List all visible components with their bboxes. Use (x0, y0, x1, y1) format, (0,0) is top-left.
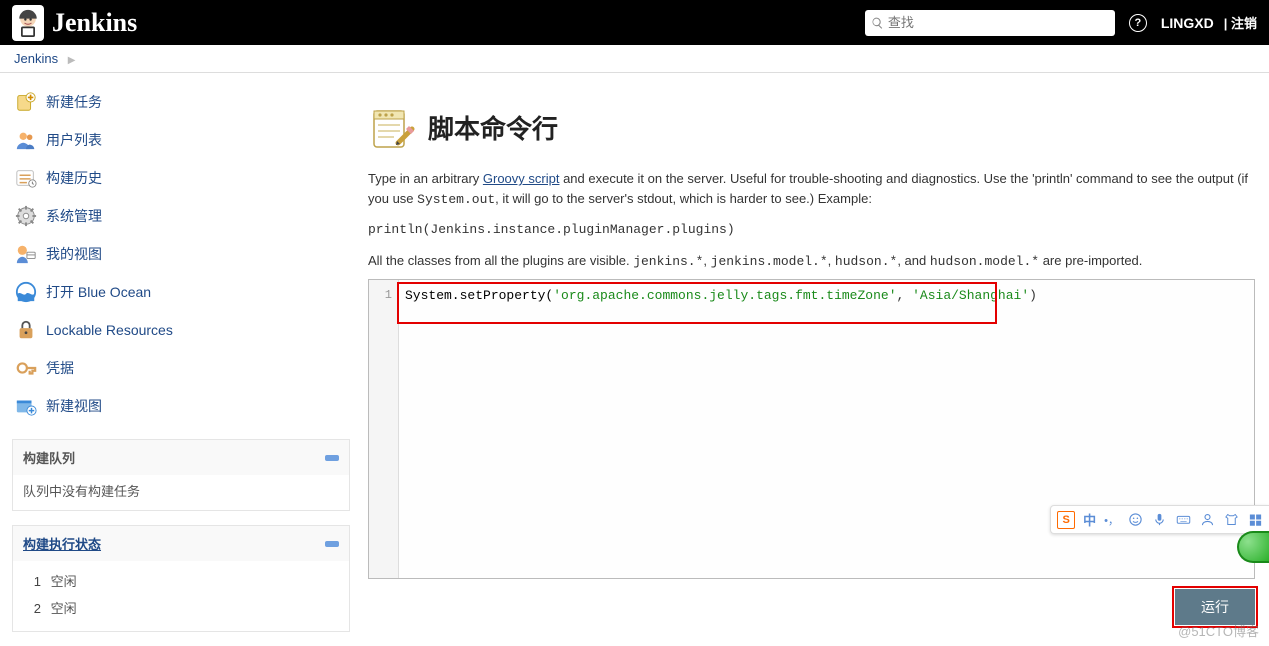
sidebar-item-label: 新建任务 (46, 92, 102, 112)
example-code: println(Jenkins.instance.pluginManager.p… (368, 222, 1255, 237)
executors-panel: 构建执行状态 1 空闲 2 空闲 (12, 525, 350, 632)
sidebar-item-label: 新建视图 (46, 396, 102, 416)
build-queue-title: 构建队列 (23, 448, 75, 467)
current-user-link[interactable]: LINGXD (1161, 15, 1214, 31)
system-out-code: System.out (417, 192, 495, 207)
credentials-icon (14, 356, 38, 380)
classes-note: All the classes from all the plugins are… (368, 253, 1255, 269)
ime-punctuation-indicator[interactable]: •， (1104, 512, 1119, 528)
executor-status: 空闲 (51, 574, 77, 589)
collapse-icon[interactable] (325, 455, 339, 461)
breadcrumb-separator-icon: ▶ (68, 55, 76, 66)
top-header: Jenkins ? LINGXD 注销 (0, 0, 1269, 45)
sidebar-item-label: 凭据 (46, 358, 74, 378)
user-icon[interactable] (1199, 512, 1215, 528)
sidebar-item-label: 用户列表 (46, 130, 102, 150)
executors-body: 1 空闲 2 空闲 (13, 561, 349, 631)
keyboard-icon[interactable] (1175, 512, 1191, 528)
run-button[interactable]: 运行 (1175, 589, 1255, 625)
search-icon (871, 16, 884, 30)
sidebar-item-build-history[interactable]: 构建历史 (8, 159, 354, 197)
help-icon[interactable]: ? (1129, 14, 1147, 32)
sidebar-item-people[interactable]: 用户列表 (8, 121, 354, 159)
ime-language-indicator[interactable]: 中 (1083, 510, 1096, 529)
sidebar-nav: 新建任务 用户列表 构建历史 系统管理 我的视图 打开 Blue Ocean (8, 83, 354, 425)
build-queue-body: 队列中没有构建任务 (13, 475, 349, 510)
build-queue-empty: 队列中没有构建任务 (23, 484, 140, 499)
executor-row: 2 空闲 (23, 594, 339, 621)
people-icon (14, 128, 38, 152)
sidebar-item-new-item[interactable]: 新建任务 (8, 83, 354, 121)
new-view-icon (14, 394, 38, 418)
sidebar-item-new-view[interactable]: 新建视图 (8, 387, 354, 425)
sidebar-item-label: 我的视图 (46, 244, 102, 264)
script-editor[interactable]: 1 System.setProperty('org.apache.commons… (368, 279, 1255, 579)
search-input[interactable] (888, 15, 1109, 30)
executors-title[interactable]: 构建执行状态 (23, 534, 101, 553)
sidebar: 新建任务 用户列表 构建历史 系统管理 我的视图 打开 Blue Ocean (0, 73, 362, 642)
jenkins-logo-icon (12, 5, 44, 41)
logout-link[interactable]: 注销 (1224, 13, 1257, 32)
sidebar-item-manage[interactable]: 系统管理 (8, 197, 354, 235)
build-queue-panel: 构建队列 队列中没有构建任务 (12, 439, 350, 511)
new-item-icon (14, 90, 38, 114)
search-box[interactable] (865, 10, 1115, 36)
my-views-icon (14, 242, 38, 266)
build-history-icon (14, 166, 38, 190)
main-content: 脚本命令行 Type in an arbitrary Groovy script… (362, 73, 1269, 642)
collapse-icon[interactable] (325, 541, 339, 547)
blueocean-icon (14, 280, 38, 304)
sidebar-item-blueocean[interactable]: 打开 Blue Ocean (8, 273, 354, 311)
skin-icon[interactable] (1223, 512, 1239, 528)
sidebar-item-credentials[interactable]: 凭据 (8, 349, 354, 387)
sidebar-item-lockable-resources[interactable]: Lockable Resources (8, 311, 354, 349)
executor-status: 空闲 (51, 601, 77, 616)
groovy-script-link[interactable]: Groovy script (483, 171, 560, 186)
ime-toolbar[interactable]: S 中 •， (1050, 505, 1269, 534)
editor-gutter: 1 (369, 280, 399, 578)
sidebar-item-my-views[interactable]: 我的视图 (8, 235, 354, 273)
executor-number: 1 (23, 574, 41, 589)
script-console-icon (368, 103, 416, 151)
page-title: 脚本命令行 (428, 109, 558, 146)
emoji-icon[interactable] (1127, 512, 1143, 528)
sidebar-item-label: 系统管理 (46, 206, 102, 226)
breadcrumb-root[interactable]: Jenkins (14, 51, 58, 66)
line-number: 1 (369, 288, 392, 302)
sidebar-item-label: 打开 Blue Ocean (46, 282, 151, 302)
sidebar-item-label: 构建历史 (46, 168, 102, 188)
microphone-icon[interactable] (1151, 512, 1167, 528)
brand-text: Jenkins (52, 8, 137, 38)
breadcrumb: Jenkins ▶ (0, 45, 1269, 73)
sidebar-item-label: Lockable Resources (46, 322, 173, 338)
gear-icon (14, 204, 38, 228)
description-text: Type in an arbitrary Groovy script and e… (368, 169, 1255, 210)
lock-icon (14, 318, 38, 342)
toolbox-icon[interactable] (1247, 512, 1263, 528)
brand-area[interactable]: Jenkins (12, 5, 137, 41)
sogou-ime-icon[interactable]: S (1057, 511, 1075, 529)
executor-row: 1 空闲 (23, 567, 339, 594)
floating-assistant-icon[interactable] (1237, 531, 1269, 563)
executor-number: 2 (23, 601, 41, 616)
